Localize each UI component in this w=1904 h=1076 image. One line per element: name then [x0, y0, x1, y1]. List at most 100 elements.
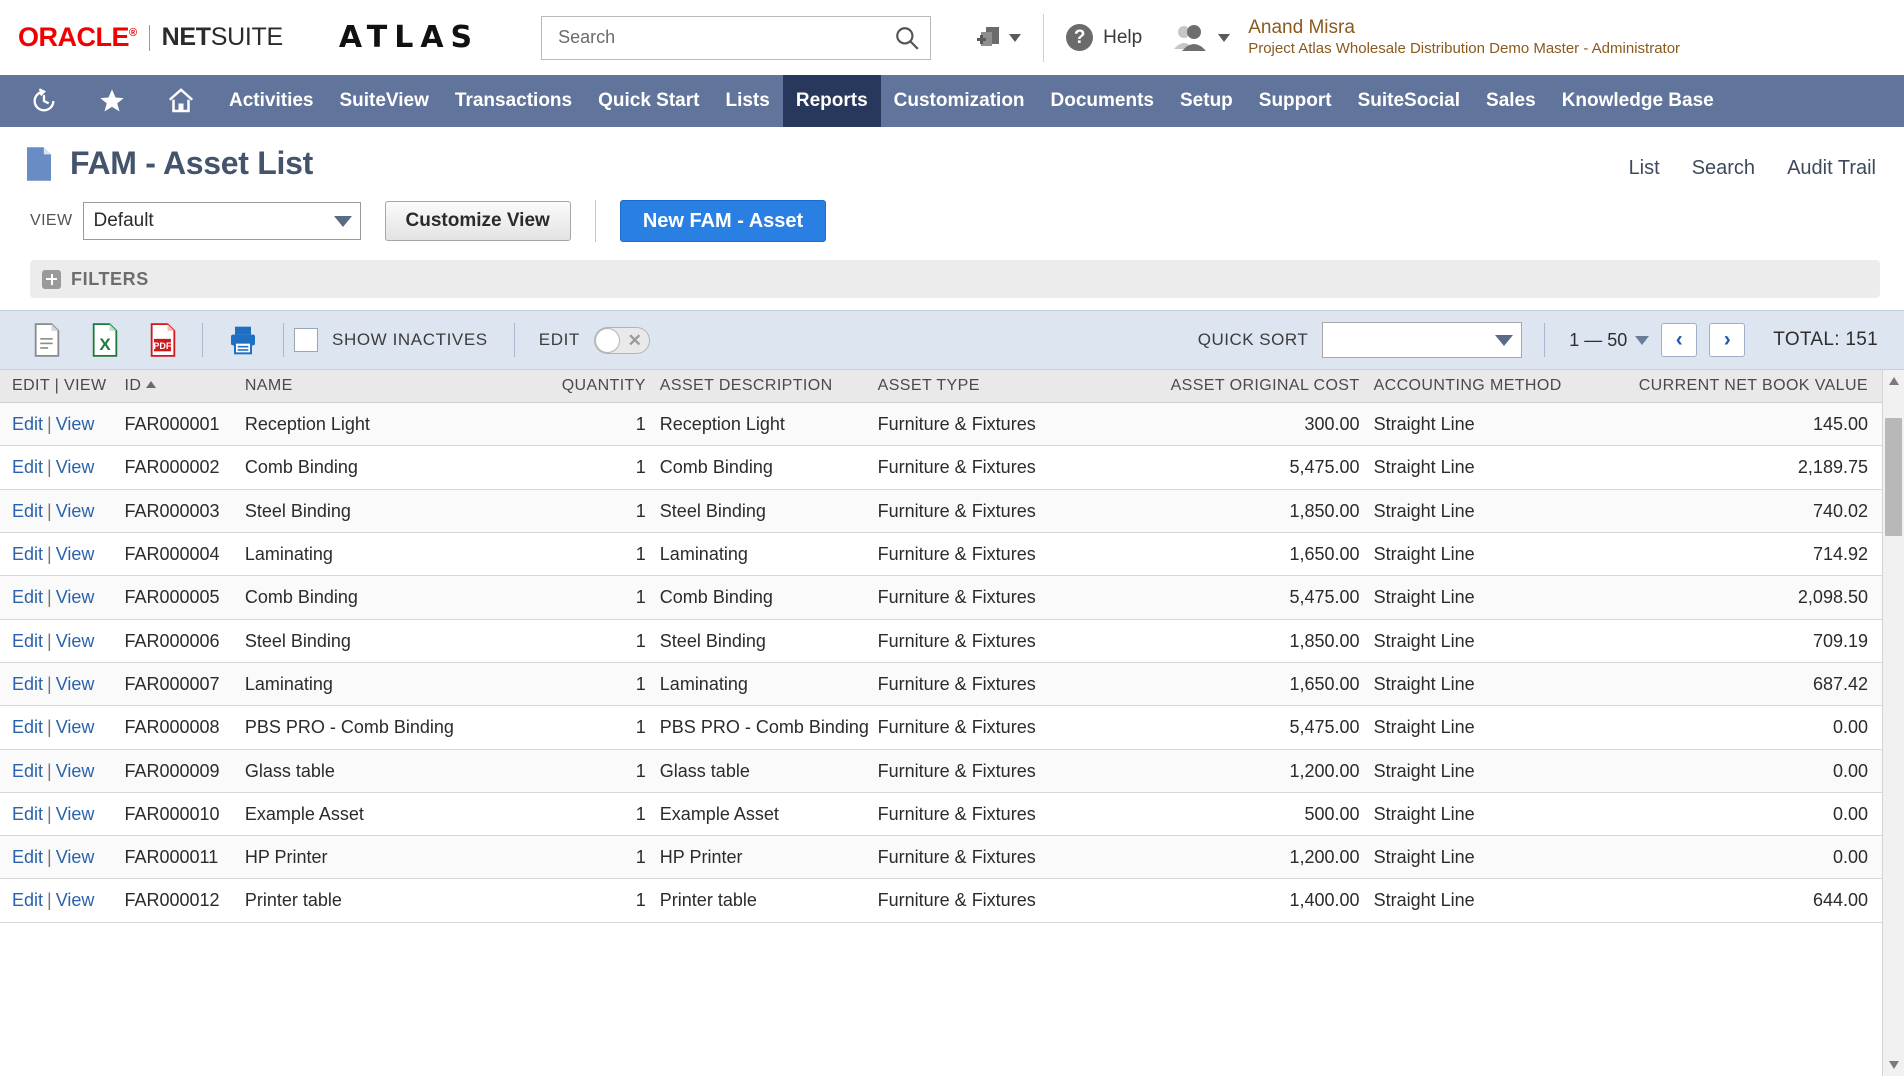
column-header-cost[interactable]: ASSET ORIGINAL COST — [1073, 370, 1374, 403]
column-header-editview[interactable]: EDIT | VIEW — [0, 370, 124, 403]
filters-bar[interactable]: FILTERS — [30, 260, 1880, 298]
quick-sort-select[interactable] — [1322, 322, 1522, 358]
nav-item-lists[interactable]: Lists — [712, 75, 782, 127]
page-range-selector[interactable]: 1 — 50 — [1569, 330, 1649, 351]
nav-item-quick-start[interactable]: Quick Start — [585, 75, 712, 127]
cell-method: Straight Line — [1374, 879, 1623, 922]
nav-item-setup[interactable]: Setup — [1167, 75, 1246, 127]
edit-link[interactable]: Edit — [12, 501, 43, 521]
previous-page-button[interactable]: ‹ — [1661, 323, 1697, 357]
edit-link[interactable]: Edit — [12, 414, 43, 434]
column-header-method[interactable]: ACCOUNTING METHOD — [1374, 370, 1623, 403]
table-row[interactable]: Edit|ViewFAR000011HP Printer1HP PrinterF… — [0, 836, 1882, 879]
scrollbar-thumb[interactable] — [1885, 418, 1902, 536]
search-input[interactable] — [556, 26, 894, 49]
page-link-audit-trail[interactable]: Audit Trail — [1787, 157, 1876, 180]
excel-export-button[interactable]: X — [76, 323, 134, 357]
edit-link[interactable]: Edit — [12, 457, 43, 477]
nav-item-knowledge-base[interactable]: Knowledge Base — [1549, 75, 1727, 127]
column-header-description[interactable]: ASSET DESCRIPTION — [660, 370, 878, 403]
table-row[interactable]: Edit|ViewFAR000006Steel Binding1Steel Bi… — [0, 619, 1882, 662]
view-link[interactable]: View — [56, 890, 95, 910]
view-link[interactable]: View — [56, 847, 95, 867]
create-new-shortcut-button[interactable] — [975, 24, 1021, 52]
view-link[interactable]: View — [56, 717, 95, 737]
view-select[interactable]: Default — [83, 202, 361, 240]
edit-mode-toggle[interactable]: ✕ — [594, 327, 650, 354]
table-row[interactable]: Edit|ViewFAR000012Printer table1Printer … — [0, 879, 1882, 922]
cell-cost: 5,475.00 — [1073, 706, 1374, 749]
nav-item-support[interactable]: Support — [1246, 75, 1345, 127]
chevron-down-icon[interactable] — [1635, 336, 1649, 345]
column-header-id[interactable]: ID — [124, 370, 244, 403]
edit-link[interactable]: Edit — [12, 804, 43, 824]
view-link[interactable]: View — [56, 501, 95, 521]
nav-item-transactions[interactable]: Transactions — [442, 75, 585, 127]
toolbar-divider — [514, 323, 515, 357]
edit-link[interactable]: Edit — [12, 674, 43, 694]
nav-item-reports[interactable]: Reports — [783, 75, 881, 127]
view-link[interactable]: View — [56, 544, 95, 564]
nav-item-documents[interactable]: Documents — [1038, 75, 1167, 127]
user-menu[interactable]: Anand Misra Project Atlas Wholesale Dist… — [1172, 17, 1680, 57]
table-row[interactable]: Edit|ViewFAR000004Laminating1LaminatingF… — [0, 532, 1882, 575]
home-button[interactable] — [146, 75, 216, 127]
chevron-down-icon[interactable] — [1218, 34, 1230, 42]
nav-item-activities[interactable]: Activities — [216, 75, 326, 127]
column-header-label: ASSET TYPE — [878, 377, 980, 394]
cell-nbv: 740.02 — [1623, 489, 1882, 532]
table-row[interactable]: Edit|ViewFAR000001Reception Light1Recept… — [0, 403, 1882, 446]
nav-item-suiteview[interactable]: SuiteView — [326, 75, 441, 127]
search-icon[interactable] — [894, 25, 920, 51]
nav-item-suitesocial[interactable]: SuiteSocial — [1345, 75, 1473, 127]
customize-view-button[interactable]: Customize View — [385, 201, 571, 241]
table-row[interactable]: Edit|ViewFAR000003Steel Binding1Steel Bi… — [0, 489, 1882, 532]
nav-item-sales[interactable]: Sales — [1473, 75, 1549, 127]
table-row[interactable]: Edit|ViewFAR000007Laminating1LaminatingF… — [0, 662, 1882, 705]
view-link[interactable]: View — [56, 457, 95, 477]
table-row[interactable]: Edit|ViewFAR000002Comb Binding1Comb Bind… — [0, 446, 1882, 489]
table-row[interactable]: Edit|ViewFAR000008PBS PRO - Comb Binding… — [0, 706, 1882, 749]
column-header-name[interactable]: NAME — [245, 370, 535, 403]
help-button[interactable]: ? Help — [1066, 24, 1142, 51]
view-link[interactable]: View — [56, 414, 95, 434]
view-link[interactable]: View — [56, 587, 95, 607]
recent-records-button[interactable] — [10, 75, 78, 127]
next-page-button[interactable]: › — [1709, 323, 1745, 357]
edit-link[interactable]: Edit — [12, 631, 43, 651]
shortcuts-button[interactable] — [78, 75, 146, 127]
column-header-quantity[interactable]: QUANTITY — [535, 370, 659, 403]
edit-link[interactable]: Edit — [12, 761, 43, 781]
column-header-label: EDIT | VIEW — [12, 377, 107, 394]
page-link-search[interactable]: Search — [1692, 157, 1755, 180]
row-actions-cell: Edit|View — [0, 576, 124, 619]
show-inactives-checkbox[interactable] — [294, 328, 318, 352]
view-link[interactable]: View — [56, 761, 95, 781]
edit-link[interactable]: Edit — [12, 847, 43, 867]
pdf-export-button[interactable]: PDF — [134, 323, 192, 357]
column-header-type[interactable]: ASSET TYPE — [878, 370, 1073, 403]
toolbar-divider — [595, 200, 596, 242]
view-link[interactable]: View — [56, 674, 95, 694]
page-link-list[interactable]: List — [1629, 157, 1660, 180]
cell-type: Furniture & Fixtures — [878, 576, 1073, 619]
vertical-scrollbar[interactable] — [1882, 370, 1904, 1076]
table-row[interactable]: Edit|ViewFAR000009Glass table1Glass tabl… — [0, 749, 1882, 792]
edit-link[interactable]: Edit — [12, 717, 43, 737]
edit-link[interactable]: Edit — [12, 544, 43, 564]
global-search[interactable] — [541, 16, 931, 60]
new-fam-asset-button[interactable]: New FAM - Asset — [620, 200, 826, 242]
nav-item-customization[interactable]: Customization — [881, 75, 1038, 127]
scroll-down-button[interactable] — [1883, 1054, 1904, 1076]
table-row[interactable]: Edit|ViewFAR000005Comb Binding1Comb Bind… — [0, 576, 1882, 619]
table-row[interactable]: Edit|ViewFAR000010Example Asset1Example … — [0, 792, 1882, 835]
column-header-nbv[interactable]: CURRENT NET BOOK VALUE — [1623, 370, 1882, 403]
view-link[interactable]: View — [56, 631, 95, 651]
print-button[interactable] — [213, 324, 273, 356]
view-link[interactable]: View — [56, 804, 95, 824]
csv-export-button[interactable] — [18, 323, 76, 357]
edit-link[interactable]: Edit — [12, 890, 43, 910]
expand-plus-icon[interactable] — [42, 270, 61, 289]
edit-link[interactable]: Edit — [12, 587, 43, 607]
scroll-up-button[interactable] — [1883, 370, 1904, 392]
